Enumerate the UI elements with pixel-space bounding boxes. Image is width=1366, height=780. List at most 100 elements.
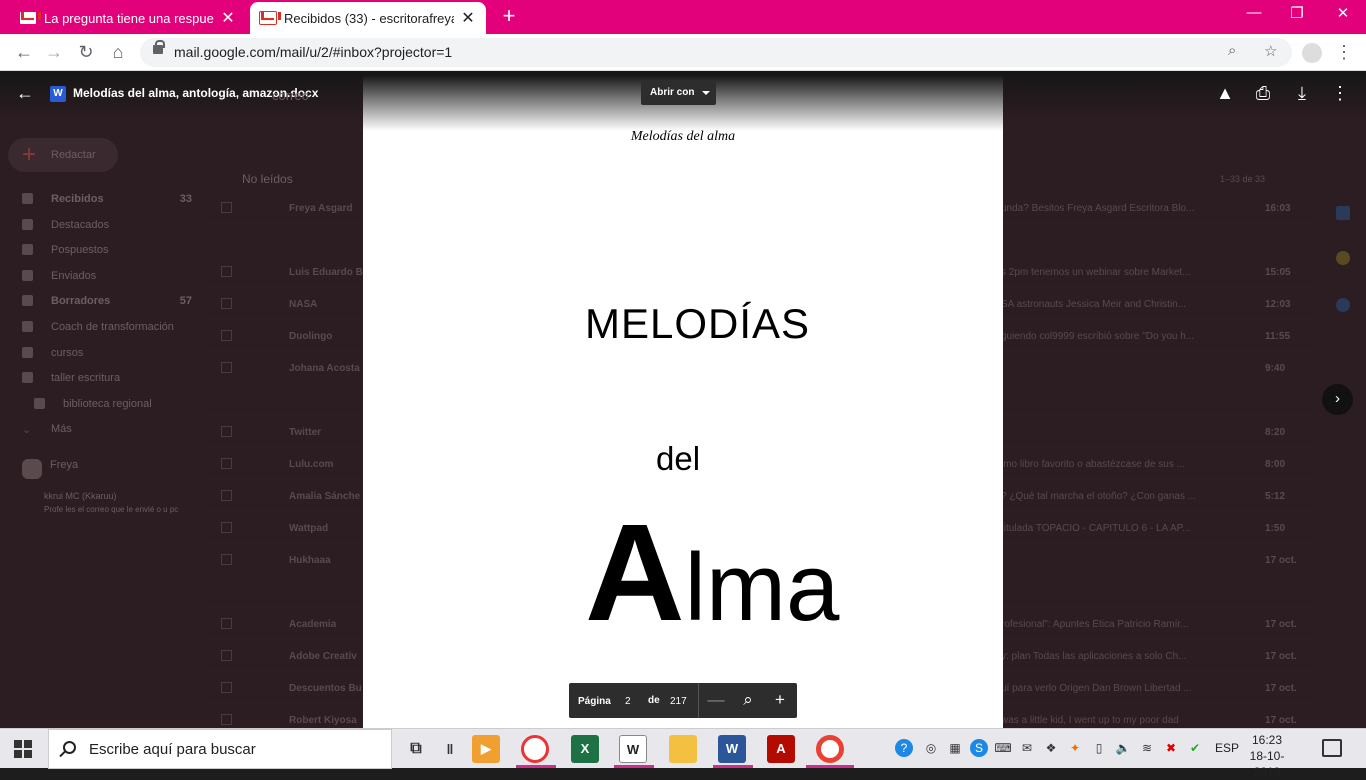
calendar-icon[interactable] [1336,206,1350,220]
row-checkbox[interactable] [221,266,232,277]
url-text[interactable]: mail.google.com/mail/u/2/#inbox?projecto… [174,44,452,60]
app-icon[interactable]: ‖ [436,735,464,763]
row-checkbox[interactable] [221,202,232,213]
task-view-icon[interactable]: ⧉ [402,735,430,763]
sidebar-item-taller[interactable]: taller escritura [22,372,192,384]
word-icon[interactable]: W [718,735,746,763]
back-arrow-icon[interactable]: ← [12,41,36,65]
taskbar-search[interactable]: Escribe aquí para buscar [48,729,392,769]
sidebar-item-biblioteca[interactable]: biblioteca regional [34,398,204,410]
keep-icon[interactable] [1336,251,1350,265]
print-icon[interactable]: ⎙ [1251,83,1275,104]
tray-icon[interactable]: ▦ [946,739,964,757]
media-player-icon[interactable]: ▶ [472,735,500,763]
new-tab-button[interactable]: + [498,5,520,28]
omnibox[interactable]: mail.google.com/mail/u/2/#inbox?projecto… [140,38,1292,67]
help-icon[interactable]: ? [895,739,913,757]
row-checkbox[interactable] [221,426,232,437]
zoom-in-button[interactable]: + [770,690,790,710]
compose-button[interactable]: + Redactar [8,138,118,172]
search-placeholder: correo [272,88,309,103]
zoom-icon[interactable]: ⌕ [1228,42,1236,59]
section-header[interactable]: No leídos [242,172,293,186]
chat-snippet-text: Profe les el correo que le envié o u pc [44,505,179,514]
forward-arrow-icon[interactable]: → [42,41,66,65]
row-checkbox[interactable] [221,554,232,565]
tray-icon[interactable]: ◎ [922,739,940,757]
file-explorer-icon[interactable] [669,735,697,763]
download-icon[interactable]: ⤓ [1290,83,1314,104]
row-checkbox[interactable] [221,362,232,373]
sidebar-item-destacados[interactable]: Destacados [22,219,192,231]
sidebar-item-borradores[interactable]: Borradores 57 [22,295,192,307]
bookmark-star-icon[interactable]: ☆ [1264,42,1277,60]
tasks-icon[interactable] [1336,298,1350,312]
sidebar-label: Destacados [51,219,110,231]
chrome-icon[interactable] [816,735,844,763]
row-snippet: was a little kid, I went up to my poor d… [1001,715,1179,726]
sidebar-item-mas[interactable]: ⌄ Más [22,423,192,436]
photos-icon[interactable] [521,735,549,763]
volume-icon[interactable]: 🔈 [1114,739,1132,757]
notifications-icon[interactable] [1322,739,1342,757]
security-icon[interactable]: ✖ [1162,739,1180,757]
windows-start-icon[interactable] [14,740,32,758]
divider [698,683,699,718]
row-sender: Academia [289,619,337,630]
minimize-button[interactable]: — [1231,4,1277,21]
skype-icon[interactable]: S [970,739,988,757]
excel-icon[interactable]: X [571,735,599,763]
wifi-icon[interactable]: ≋ [1138,739,1156,757]
row-snippet: uí para verlo Origen Dan Brown Libertad … [1001,683,1192,694]
sidebar-item-recibidos[interactable]: Recibidos 33 [22,193,192,205]
dropbox-icon[interactable]: ❖ [1042,739,1060,757]
more-options-icon[interactable]: ⋮ [1328,83,1352,104]
chat-contact-name: kkrui MC (Kkaruu) [44,491,117,501]
browser-menu-icon[interactable]: ⋮ [1332,41,1356,65]
sidebar-item-pospuestos[interactable]: Pospuestos [22,244,192,256]
chat-contact[interactable]: kkrui MC (Kkaruu) [22,491,192,501]
sidebar-label: Enviados [51,270,97,282]
row-checkbox[interactable] [221,458,232,469]
row-checkbox[interactable] [221,522,232,533]
tab-pregunta[interactable]: La pregunta tiene una respuesta ✕ [10,2,246,34]
reload-icon[interactable]: ↻ [74,41,98,65]
row-checkbox[interactable] [221,490,232,501]
row-checkbox[interactable] [221,714,232,725]
search-icon [63,741,76,754]
back-arrow-icon[interactable]: ← [16,83,34,104]
avast-icon[interactable]: ✦ [1066,739,1084,757]
sidebar-item-coach[interactable]: Coach de transformación [22,321,192,333]
label-icon [22,321,33,332]
open-with-button[interactable]: Abrir con [641,80,716,105]
sync-icon[interactable]: ✔ [1186,739,1204,757]
tab-recibidos[interactable]: Recibidos (33) - escritorafreyaasg ✕ [250,2,486,34]
row-checkbox[interactable] [221,298,232,309]
page-number-input[interactable]: 2 [625,696,631,707]
acrobat-icon[interactable]: A [767,735,795,763]
hangouts-user[interactable]: Freya [22,459,192,479]
wordpress-icon[interactable]: W [619,735,647,763]
maximize-button[interactable]: ❐ [1274,4,1320,22]
row-checkbox[interactable] [221,618,232,629]
tray-icon[interactable]: ⌨ [994,739,1012,757]
zoom-icon[interactable]: ⌕ [738,690,758,710]
tray-icon[interactable]: ✉ [1018,739,1036,757]
language-indicator[interactable]: ESP [1215,741,1239,755]
close-window-button[interactable]: ✕ [1320,4,1366,22]
sidebar-item-cursos[interactable]: cursos [22,347,192,359]
tab-close-icon[interactable]: ✕ [220,8,236,28]
sidebar-item-enviados[interactable]: Enviados [22,270,192,282]
row-checkbox[interactable] [221,650,232,661]
row-checkbox[interactable] [221,682,232,693]
row-checkbox[interactable] [221,330,232,341]
profile-avatar[interactable] [1302,43,1322,63]
taskbar: Escribe aquí para buscar ⧉ ‖ ▶ X W W A ?… [0,728,1366,779]
battery-icon[interactable]: ▯ [1090,739,1108,757]
zoom-out-button[interactable]: — [706,690,726,710]
home-icon[interactable]: ⌂ [106,41,130,65]
drive-add-icon[interactable]: ▲ [1213,83,1237,104]
next-attachment-button[interactable]: › [1322,384,1353,415]
tab-close-icon[interactable]: ✕ [460,8,476,28]
clock[interactable]: 16:23 18-10-2019 [1240,732,1294,780]
